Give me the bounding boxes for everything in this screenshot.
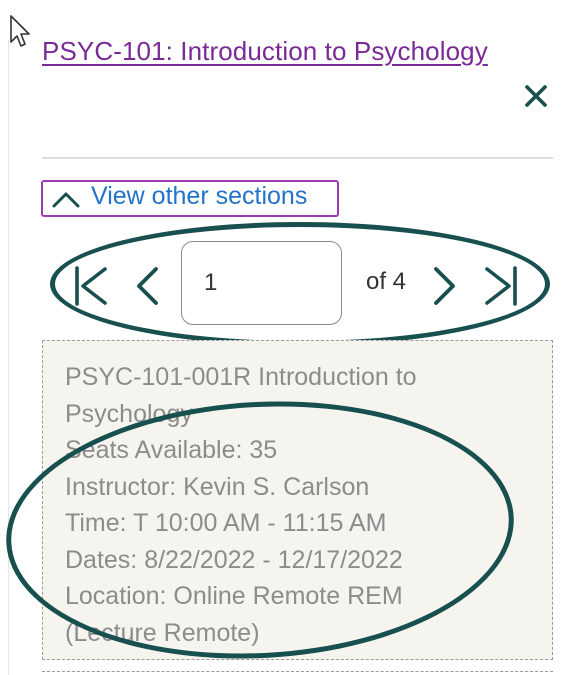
location-line-2: (Lecture Remote) — [65, 618, 260, 647]
seats-available: Seats Available: 35 — [65, 436, 278, 464]
page-total-label: of 4 — [366, 268, 407, 295]
section-card[interactable]: PSYC-101-001R Introduction to Psychology… — [42, 340, 553, 660]
first-page-icon[interactable] — [72, 264, 110, 308]
header-divider — [42, 157, 553, 159]
panel-left-border — [8, 40, 9, 675]
section-title-line-2: Psychology — [65, 399, 193, 428]
view-other-sections-button[interactable]: View other sections — [41, 180, 339, 217]
mouse-pointer-icon — [10, 15, 30, 47]
next-section-card-edge — [42, 671, 553, 672]
section-title-line-1: PSYC-101-001R Introduction to — [65, 363, 417, 391]
meeting-time: Time: T 10:00 AM - 11:15 AM — [65, 509, 387, 537]
course-title-link[interactable]: PSYC-101: Introduction to Psychology — [42, 36, 488, 67]
section-dates: Dates: 8/22/2022 - 12/17/2022 — [65, 545, 403, 574]
page-number-input[interactable] — [181, 241, 342, 325]
section-details: PSYC-101-001R Introduction to Psychology… — [65, 359, 545, 651]
chevron-up-icon — [52, 192, 80, 207]
view-other-sections-label: View other sections — [91, 182, 308, 210]
last-page-icon[interactable] — [482, 264, 520, 308]
close-icon[interactable] — [522, 82, 550, 110]
instructor: Instructor: Kevin S. Carlson — [65, 472, 370, 501]
location-line-1: Location: Online Remote REM — [65, 582, 403, 610]
section-details-panel: PSYC-101: Introduction to Psychology Vie… — [0, 0, 577, 675]
prev-page-icon[interactable] — [132, 264, 162, 308]
next-page-icon[interactable] — [430, 264, 460, 308]
